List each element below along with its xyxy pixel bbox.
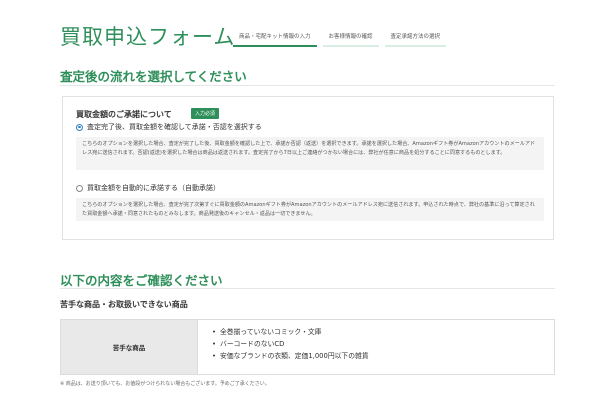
- option-manual-approval-description: こちらのオプションを選択した場合、査定が完了した後、買取金額を確認した上で、承諾…: [76, 137, 544, 170]
- approval-options-panel: 買取金額のご承諾について 入力必須 査定完了後、買取金額を確認して承諾・否認を選…: [62, 96, 554, 240]
- radio-unselected-icon[interactable]: [76, 184, 83, 192]
- section-confirm-title: 以下の内容をご確認ください: [60, 273, 223, 288]
- approval-question-label: 買取金額のご承諾について: [76, 110, 172, 119]
- step-customer-info: お客様情報の確認: [322, 28, 379, 47]
- restricted-items-table: 苦手な商品 全巻揃っていないコミック・文庫 バーコードのないCD 安価なブランド…: [60, 319, 555, 375]
- list-item: バーコードのないCD: [212, 338, 554, 350]
- step-approval-method: 査定承諾方法の選択: [384, 28, 447, 47]
- table-header-cell: 苦手な商品: [61, 320, 198, 374]
- restricted-items-heading: 苦手な商品・お取扱いできない商品: [60, 300, 188, 309]
- radio-selected-icon[interactable]: [76, 123, 83, 131]
- list-item: 全巻揃っていないコミック・文庫: [212, 326, 554, 338]
- option-auto-approval-description: こちらのオプションを選択した場合、査定が完了次第すぐに買取金額のAmazonギフ…: [76, 198, 544, 221]
- required-badge: 入力必須: [191, 108, 220, 119]
- option-auto-approval-label: 買取金額を自動的に承諾する（自動承諾）: [87, 184, 220, 192]
- list-item: 安価なブランドの衣類、定価1,000円以下の雑貨: [212, 350, 554, 362]
- section-divider: [60, 288, 555, 289]
- restricted-items-list: 全巻揃っていないコミック・文庫 バーコードのないCD 安価なブランドの衣類、定価…: [198, 320, 554, 374]
- page-title: 買取申込フォーム: [60, 25, 236, 49]
- disclaimer-note: ※ 商品は、お送り頂いても、お値段がつけられない場合もございます。予めご了承くだ…: [60, 381, 270, 387]
- section-flow-title: 査定後の流れを選択してください: [60, 69, 247, 84]
- step-product-kit: 商品・宅配キット情報の入力: [233, 28, 317, 47]
- option-manual-approval-label: 査定完了後、買取金額を確認して承諾・否認を選択する: [87, 123, 262, 131]
- progress-steps: 商品・宅配キット情報の入力 お客様情報の確認 査定承諾方法の選択: [233, 28, 452, 47]
- option-manual-approval[interactable]: 査定完了後、買取金額を確認して承諾・否認を選択する: [76, 122, 262, 132]
- section-divider: [60, 85, 555, 86]
- option-auto-approval[interactable]: 買取金額を自動的に承諾する（自動承諾）: [76, 183, 220, 193]
